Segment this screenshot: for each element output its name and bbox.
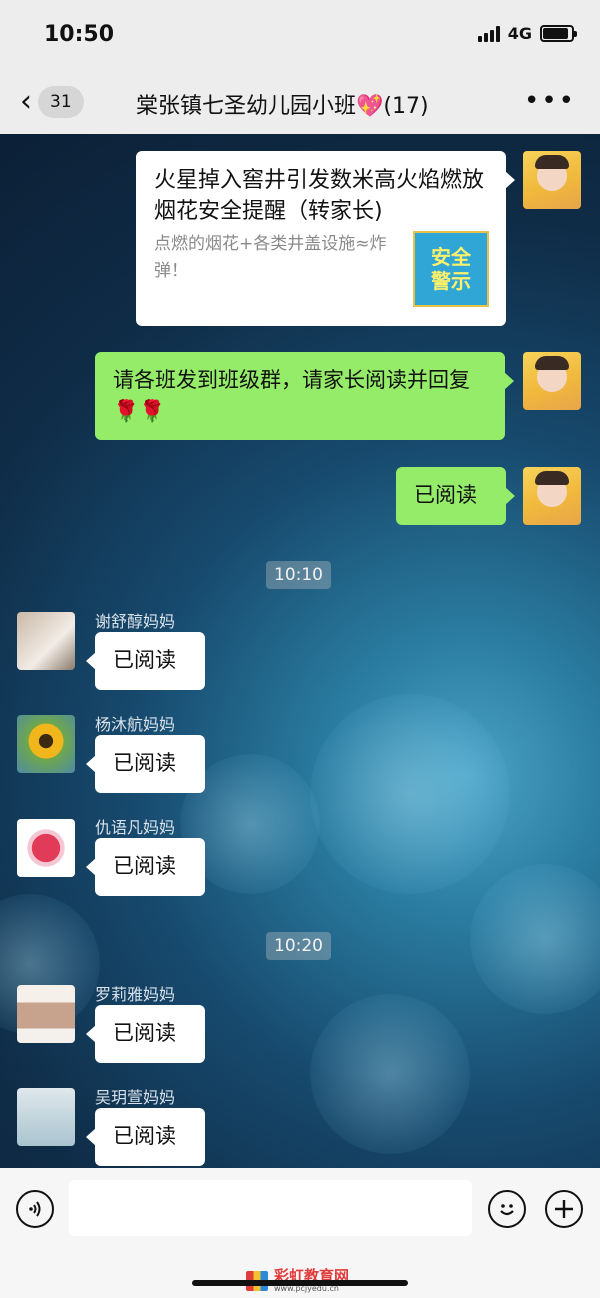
incoming-message[interactable]: 已阅读 xyxy=(86,632,205,690)
incoming-message[interactable]: 已阅读 xyxy=(86,735,205,793)
thumbnail-text: 安全 xyxy=(431,245,471,269)
voice-icon[interactable] xyxy=(16,1190,54,1228)
chat-title[interactable]: 棠张镇七圣幼儿园小班💖(17) xyxy=(136,88,429,120)
sender-avatar[interactable] xyxy=(17,985,75,1043)
plus-glyph-icon xyxy=(555,1200,573,1218)
status-time: 10:50 xyxy=(44,22,115,47)
link-card-description: 点燃的烟花+各类井盖设施≈炸弹！ xyxy=(154,234,387,281)
bubble-tail xyxy=(86,1128,96,1146)
bubble-tail xyxy=(505,487,515,505)
sender-name: 罗莉雅妈妈 xyxy=(95,985,176,1004)
emoji-icon[interactable] xyxy=(488,1190,526,1228)
sender-avatar[interactable] xyxy=(17,819,75,877)
plus-icon[interactable] xyxy=(545,1190,583,1228)
sender-avatar[interactable] xyxy=(17,715,75,773)
voice-wave-icon xyxy=(29,1201,41,1217)
status-bar: 10:50 4G xyxy=(0,0,600,72)
sender-name: 谢舒醇妈妈 xyxy=(95,612,176,631)
bubble-tail xyxy=(86,652,96,670)
bubble-tail xyxy=(86,858,96,876)
message-text: 已阅读 xyxy=(414,483,477,507)
incoming-message[interactable]: 已阅读 xyxy=(86,1005,205,1063)
sender-avatar[interactable] xyxy=(17,1088,75,1146)
member-count: (17) xyxy=(383,94,429,119)
bubble-tail xyxy=(86,1025,96,1043)
sender-name: 吴玥萱妈妈 xyxy=(95,1088,176,1107)
back-button[interactable]: ‹ 31 xyxy=(20,84,84,120)
bubble-tail xyxy=(86,755,96,773)
status-icons: 4G xyxy=(477,24,577,43)
battery-icon xyxy=(540,25,577,42)
battery-fill xyxy=(543,28,569,39)
network-label: 4G xyxy=(507,24,532,43)
bubble-tail xyxy=(504,372,514,390)
message-text: 已阅读 xyxy=(113,1124,176,1148)
message-input[interactable] xyxy=(69,1180,472,1236)
outgoing-message[interactable]: 请各班发到班级群，请家长阅读并回复 🌹🌹 xyxy=(95,352,514,440)
time-separator: 10:20 xyxy=(266,932,331,960)
chevron-left-icon: ‹ xyxy=(20,84,32,119)
incoming-message[interactable]: 已阅读 xyxy=(86,1108,205,1166)
more-options-button[interactable]: ••• xyxy=(524,86,576,116)
sender-name: 杨沐航妈妈 xyxy=(95,715,176,734)
outgoing-message[interactable]: 已阅读 xyxy=(396,467,515,525)
home-indicator[interactable] xyxy=(192,1280,408,1286)
time-separator: 10:10 xyxy=(266,561,331,589)
chat-area[interactable]: 火星掉入窖井引发数米高火焰燃放烟花安全提醒（转家长) 点燃的烟花+各类井盖设施≈… xyxy=(0,134,600,1168)
background-orb xyxy=(310,994,470,1154)
self-avatar[interactable] xyxy=(523,151,581,209)
bubble-tail xyxy=(505,171,515,189)
incoming-message[interactable]: 已阅读 xyxy=(86,838,205,896)
background-orb xyxy=(310,694,510,894)
message-text: 已阅读 xyxy=(113,648,176,672)
link-card-message[interactable]: 火星掉入窖井引发数米高火焰燃放烟花安全提醒（转家长) 点燃的烟花+各类井盖设施≈… xyxy=(136,151,515,326)
thumbnail-text: 警示 xyxy=(431,269,471,293)
background-orb xyxy=(470,864,600,1014)
link-card-thumbnail: 安全 警示 xyxy=(413,231,489,307)
self-avatar[interactable] xyxy=(523,467,581,525)
group-name: 棠张镇七圣幼儿园小班 xyxy=(136,94,357,119)
signal-icon xyxy=(477,25,500,42)
rose-emoji: 🌹🌹 xyxy=(113,399,166,423)
self-avatar[interactable] xyxy=(523,352,581,410)
link-card-title: 火星掉入窖井引发数米高火焰燃放烟花安全提醒（转家长) xyxy=(154,168,485,224)
sender-name: 仇语凡妈妈 xyxy=(95,818,176,837)
message-text: 请各班发到班级群，请家长阅读并回复 🌹🌹 xyxy=(113,365,493,427)
message-text: 已阅读 xyxy=(113,854,176,878)
unread-count-badge: 31 xyxy=(38,86,84,118)
message-body: 请各班发到班级群，请家长阅读并回复 xyxy=(113,368,470,392)
chat-header: ‹ 31 棠张镇七圣幼儿园小班💖(17) ••• xyxy=(0,72,600,134)
smiley-icon xyxy=(500,1204,514,1216)
message-text: 已阅读 xyxy=(113,1021,176,1045)
message-text: 已阅读 xyxy=(113,751,176,775)
heart-emoji: 💖 xyxy=(356,94,384,119)
sender-avatar[interactable] xyxy=(17,612,75,670)
input-bar: 彩虹教育网 www.pcjyedu.cn xyxy=(0,1168,600,1298)
